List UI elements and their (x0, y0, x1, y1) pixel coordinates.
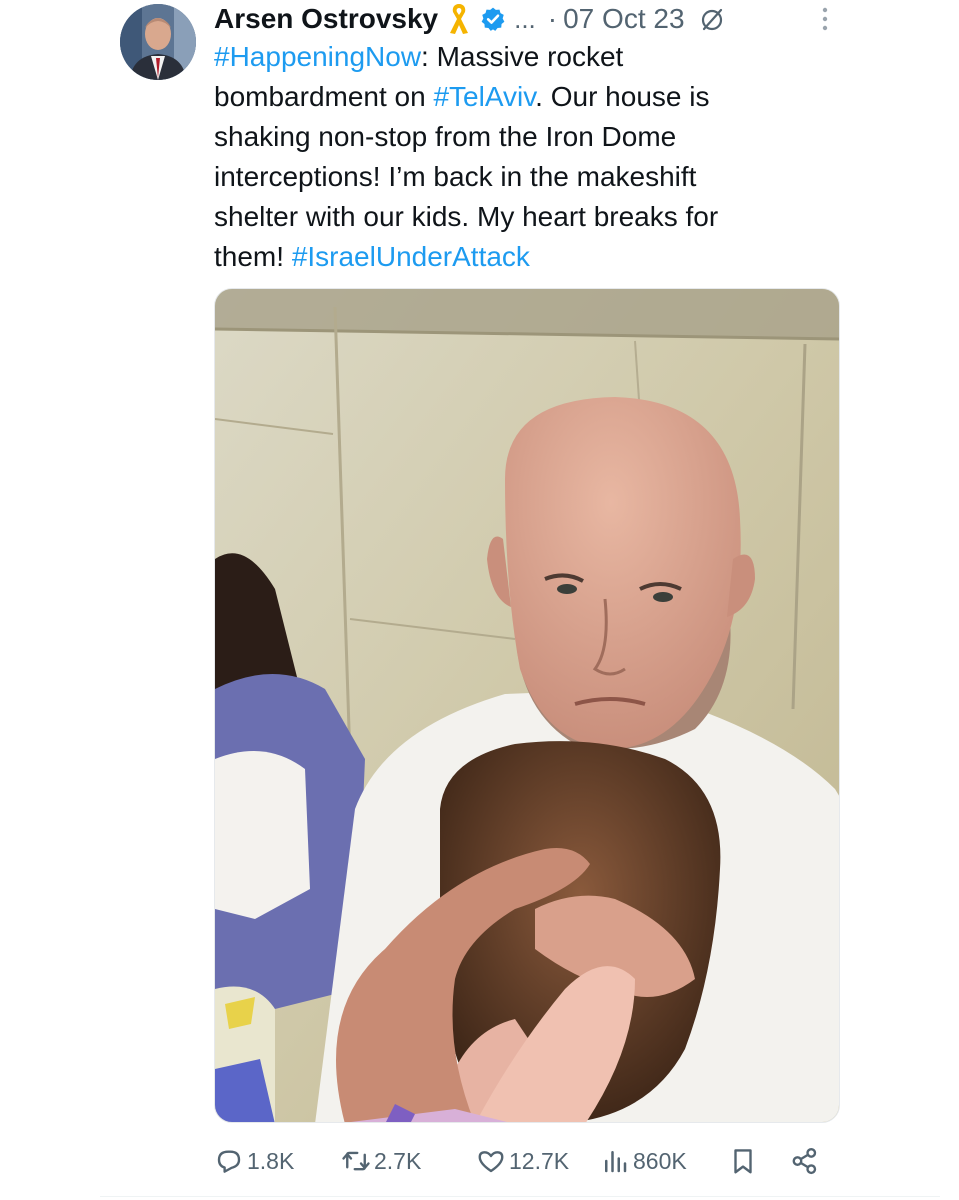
post-text-segment: shelter with our kids. My heart breaks f… (214, 201, 719, 232)
post-text-line: #HappeningNow: Massive rocket (214, 37, 814, 77)
more-options-icon[interactable] (816, 6, 834, 32)
hashtag-link[interactable]: #HappeningNow (214, 41, 421, 72)
tweet: Arsen Ostrovsky ... · 07 Oct 23 #Happeni… (0, 0, 959, 1200)
post-text-segment: . Our house is (535, 81, 710, 112)
like-button[interactable]: 12.7K (476, 1141, 569, 1181)
share-icon[interactable] (790, 1146, 820, 1176)
views-button[interactable]: 860K (600, 1141, 687, 1181)
post-text-segment: shaking non-stop from the Iron Dome (214, 121, 677, 152)
reply-icon (217, 1150, 241, 1173)
repost-count: 2.7K (374, 1147, 422, 1174)
header-separator: · (547, 3, 558, 34)
post-text-segment: them! (214, 241, 292, 272)
post-date[interactable]: 07 Oct 23 (563, 0, 684, 38)
name-truncation: ... (514, 4, 536, 34)
reply-count: 1.8K (247, 1147, 295, 1174)
reply-button[interactable]: 1.8K (214, 1141, 294, 1181)
repost-icon (342, 1151, 370, 1171)
post-text-line: shaking non-stop from the Iron Dome (214, 117, 814, 157)
post-text-segment: bombardment on (214, 81, 434, 112)
like-icon (478, 1151, 504, 1173)
author-name[interactable]: Arsen Ostrovsky (214, 0, 438, 38)
edited-icon[interactable] (699, 6, 725, 32)
repost-button[interactable]: 2.7K (341, 1141, 421, 1181)
action-bar: 1.8K 2.7K 12.7K 860K (214, 1141, 834, 1181)
views-icon (605, 1151, 627, 1173)
bookmark-icon[interactable] (728, 1146, 758, 1176)
verified-badge-icon (481, 7, 505, 31)
hashtag-link[interactable]: #TelAviv (433, 81, 535, 112)
post-text-segment: : Massive rocket (421, 41, 624, 72)
post-text-segment: interceptions! I’m back in the makeshift (214, 161, 697, 192)
yellow-ribbon-icon (450, 4, 469, 34)
post-header: Arsen Ostrovsky ... · 07 Oct 23 (214, 0, 725, 38)
views-count: 860K (633, 1147, 687, 1174)
post-text-line: interceptions! I’m back in the makeshift (214, 157, 814, 197)
post-text-line: bombardment on #TelAviv. Our house is (214, 77, 814, 117)
post-text-line: shelter with our kids. My heart breaks f… (214, 197, 814, 237)
like-count: 12.7K (509, 1147, 570, 1174)
post-text-line: them! #IsraelUnderAttack (214, 237, 814, 277)
post-photo[interactable] (214, 288, 840, 1123)
divider (100, 1196, 940, 1197)
post-text: #HappeningNow: Massive rocket bombardmen… (214, 37, 814, 277)
hashtag-link[interactable]: #IsraelUnderAttack (292, 241, 530, 272)
avatar[interactable] (120, 4, 196, 80)
